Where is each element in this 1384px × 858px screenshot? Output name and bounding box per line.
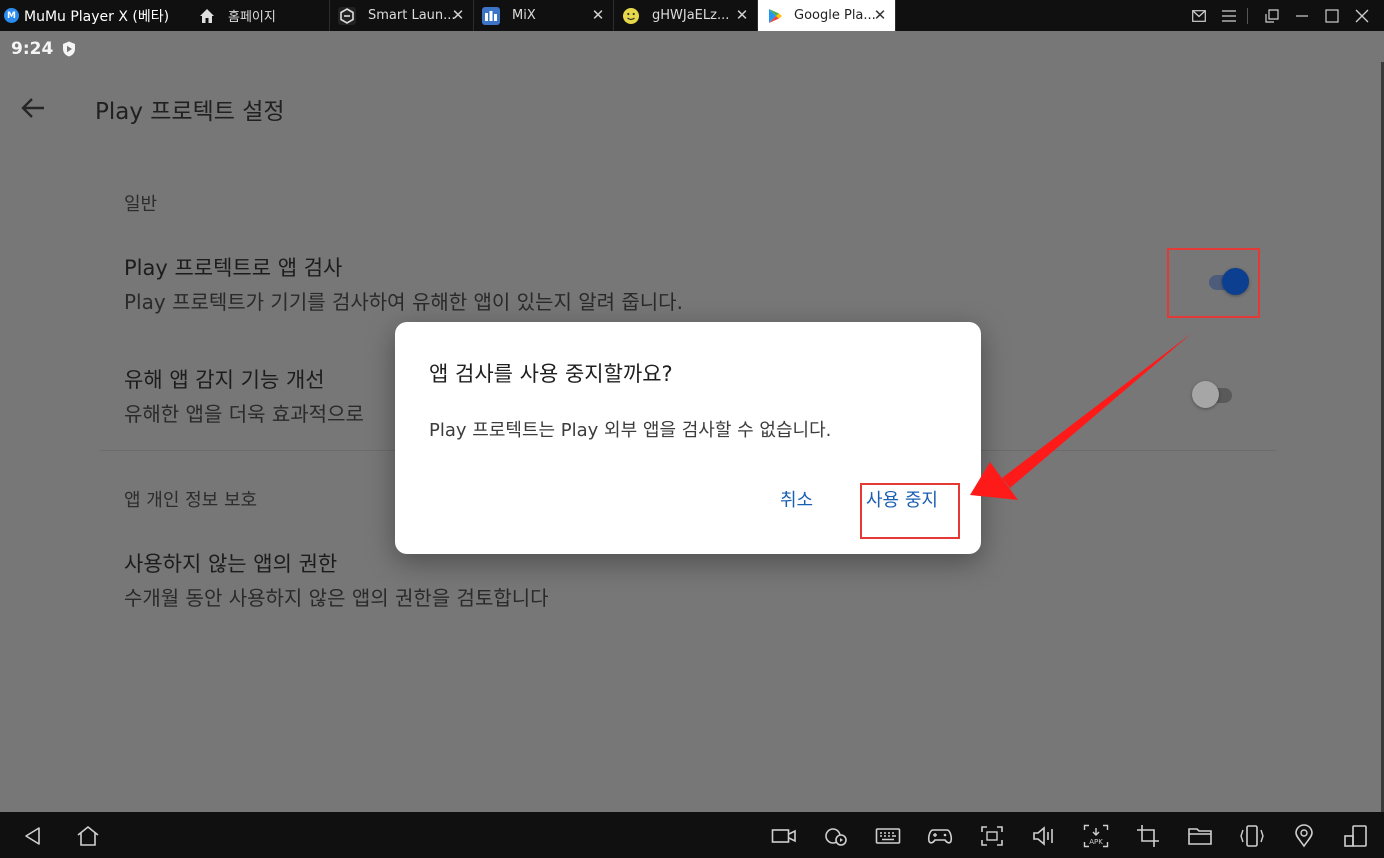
improve-detection-switch[interactable] [1192,380,1236,410]
svg-text:APK: APK [1089,838,1103,846]
close-icon[interactable]: ✕ [733,5,751,25]
google-play-icon [766,7,784,25]
minimize-icon[interactable] [1290,0,1314,31]
tab-label: Google Pla... [794,8,876,23]
app-name: MuMu Player X (베타) [24,8,170,25]
home-icon[interactable] [75,824,101,848]
window-controls [1181,0,1384,31]
switch-thumb [1192,381,1219,408]
mumu-logo-icon: M [4,8,19,23]
dialog-message: Play 프로텍트는 Play 외부 앱을 검사할 수 없습니다. [429,420,832,441]
location-icon[interactable] [1291,824,1317,848]
tab-label: MiX [512,8,536,23]
close-icon[interactable]: ✕ [449,5,467,25]
status-bar: 9:24 [11,39,76,59]
performance-icon[interactable] [823,824,849,848]
menu-icon[interactable] [1217,0,1241,31]
emulator-toolbar: APK [0,812,1384,858]
home-icon [198,7,216,25]
gamepad-icon[interactable] [927,824,953,848]
smart-launcher-icon [338,6,356,25]
back-arrow-icon[interactable] [20,95,46,121]
tab-google-play[interactable]: Google Pla... ✕ [758,0,896,31]
dialog-title: 앱 검사를 사용 중지할까요? [429,362,673,386]
pref-title: 유해 앱 감지 기능 개선 [124,368,325,392]
folder-icon[interactable] [1187,824,1213,848]
back-icon[interactable] [20,824,46,848]
keyboard-icon[interactable] [875,824,901,848]
screenshot-icon[interactable] [979,824,1005,848]
pref-summary: 유해한 앱을 더욱 효과적으로 [124,402,364,426]
tab-mix[interactable]: MiX ✕ [474,0,614,31]
pref-summary: 수개월 동안 사용하지 않은 앱의 권한을 검토합니다 [124,586,549,610]
section-header-privacy: 앱 개인 정보 보호 [124,490,258,511]
close-icon[interactable]: ✕ [589,5,607,25]
section-header-general: 일반 [124,194,158,215]
tab-smart-launcher[interactable]: Smart Laun... ✕ [330,0,474,31]
page-title: Play 프로텍트 설정 [95,99,285,125]
pref-title: 사용하지 않는 앱의 권한 [124,552,338,576]
tab-label: gHWJaELz... [652,8,730,23]
mix-app-icon [482,6,500,25]
app-brand: M MuMu Player X (베타) [0,0,190,31]
volume-icon[interactable] [1031,824,1057,848]
shake-icon[interactable] [1239,824,1265,848]
annotation-highlight-switch [1167,248,1260,318]
tab-label: 홈페이지 [228,10,276,25]
tab-ghwjaelz[interactable]: gHWJaELz... ✕ [614,0,758,31]
clock: 9:24 [11,39,54,59]
cancel-button[interactable]: 취소 [780,486,813,512]
disable-scan-dialog: 앱 검사를 사용 중지할까요? Play 프로텍트는 Play 외부 앱을 검사… [395,322,981,554]
multi-window-icon[interactable] [1343,824,1369,848]
video-record-icon[interactable] [771,824,797,848]
pref-summary: Play 프로텍트가 기기를 검사하여 유해한 앱이 있는지 알려 줍니다. [124,290,683,314]
mail-icon[interactable] [1187,0,1211,31]
tab-home[interactable]: 홈페이지 [190,0,330,31]
restore-icon[interactable] [1260,0,1284,31]
android-screen: 9:24 Play 프로텍트 설정 일반 Play 프로텍트로 앱 검사 Pla… [0,31,1384,812]
tab-label: Smart Laun... [368,8,456,23]
title-bar: M MuMu Player X (베타) 홈페이지 Smart Laun... … [0,0,1384,31]
maximize-icon[interactable] [1320,0,1344,31]
close-icon[interactable] [1350,0,1374,31]
crop-icon[interactable] [1135,824,1161,848]
separator [1247,7,1248,24]
apk-install-icon[interactable]: APK [1083,824,1109,848]
play-protect-shield-icon [63,41,76,57]
pref-title: Play 프로텍트로 앱 검사 [124,256,343,280]
smiley-icon [622,7,640,25]
close-icon[interactable]: ✕ [871,5,889,25]
annotation-highlight-disable-button [860,483,960,539]
